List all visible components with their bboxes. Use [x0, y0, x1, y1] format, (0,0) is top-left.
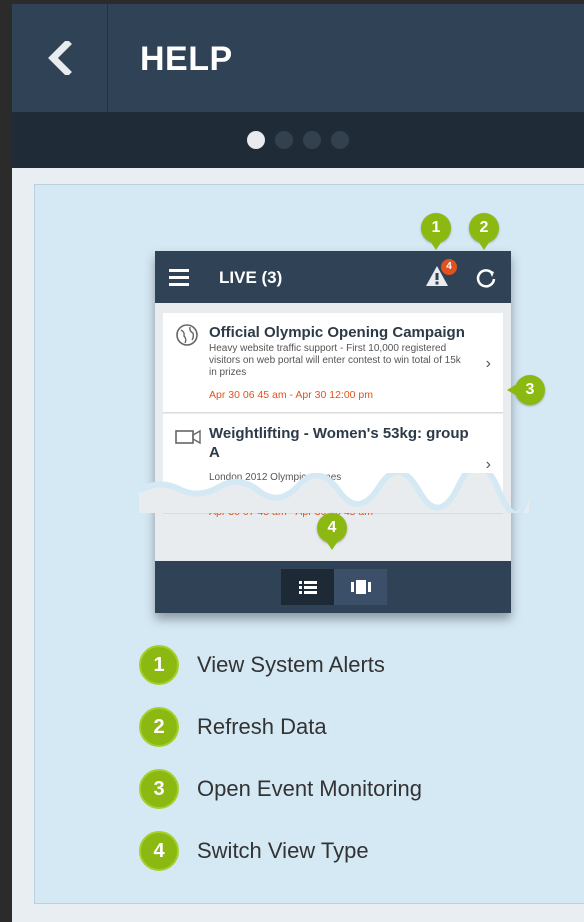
event-title: Weightlifting - Women's 53kg: group A	[209, 425, 469, 461]
globe-icon	[176, 324, 198, 346]
event-description: Heavy website traffic support - First 10…	[209, 343, 461, 378]
help-screen: HELP LIVE (3) 4 Official Olympic Opening…	[12, 4, 584, 922]
help-panel: LIVE (3) 4 Official Olympic Opening Camp…	[34, 184, 584, 904]
legend-item: 1 View System Alerts	[139, 645, 519, 685]
legend-label: View System Alerts	[197, 652, 385, 677]
callout-pin-1: 1	[421, 213, 451, 250]
chevron-right-icon: ›	[485, 456, 491, 473]
hamburger-menu-icon	[169, 269, 189, 286]
legend-item: 2 Refresh Data	[139, 707, 519, 747]
page-dot-4[interactable]	[331, 131, 349, 149]
card-view-button[interactable]	[334, 569, 387, 605]
cards-icon	[350, 580, 371, 594]
list-icon	[298, 581, 317, 594]
event-time: Apr 30 06 45 am - Apr 30 12:00 pm	[209, 389, 374, 401]
back-button[interactable]	[12, 4, 108, 112]
page-indicator	[12, 112, 584, 168]
event-title: Official Olympic Opening Campaign	[209, 324, 465, 341]
app-mockup: LIVE (3) 4 Official Olympic Opening Camp…	[139, 251, 529, 613]
video-camera-icon	[175, 429, 201, 445]
callout-pin-4: 4	[317, 513, 347, 550]
legend-label: Switch View Type	[197, 838, 369, 863]
torn-edge-divider	[139, 473, 529, 513]
legend-item: 4 Switch View Type	[139, 831, 519, 871]
legend-number: 3	[139, 769, 179, 809]
page-dot-3[interactable]	[303, 131, 321, 149]
alert-badge: 4	[441, 259, 457, 275]
page-title: HELP	[140, 40, 233, 78]
app-header: HELP	[12, 4, 584, 112]
callout-pin-3: 3	[507, 375, 545, 405]
event-card: Official Olympic Opening Campaign Heavy …	[163, 313, 503, 413]
mockup-toolbar: LIVE (3) 4	[155, 251, 511, 303]
legend-label: Open Event Monitoring	[197, 776, 423, 801]
chevron-left-icon	[47, 41, 72, 75]
callout-pin-2: 2	[469, 213, 499, 250]
legend-item: 3 Open Event Monitoring	[139, 769, 519, 809]
legend-label: Refresh Data	[197, 714, 327, 739]
legend-number: 2	[139, 707, 179, 747]
page-dot-1[interactable]	[247, 131, 265, 149]
page-dot-2[interactable]	[275, 131, 293, 149]
list-view-button[interactable]	[281, 569, 334, 605]
chevron-right-icon: ›	[485, 355, 491, 372]
view-switcher	[281, 569, 387, 605]
legend-number: 4	[139, 831, 179, 871]
legend-number: 1	[139, 645, 179, 685]
mockup-footer	[155, 561, 511, 613]
mockup-title: LIVE (3)	[219, 268, 283, 287]
refresh-icon	[476, 269, 496, 288]
